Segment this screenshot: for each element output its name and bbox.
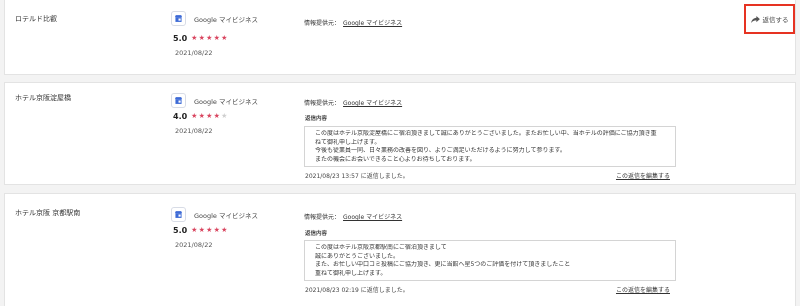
rating-value: 5.0: [173, 34, 188, 43]
google-my-business-icon: [171, 207, 186, 222]
star-icon: ★: [206, 112, 213, 120]
rating-value: 4.0: [173, 112, 188, 121]
info-source: 情報提供元： Google マイビジネス: [304, 98, 402, 107]
info-source: 情報提供元： Google マイビジネス: [304, 212, 402, 221]
star-rating: ★ ★ ★ ★ ★: [191, 227, 229, 234]
rating-value: 5.0: [173, 226, 188, 235]
star-icon: ★: [206, 226, 213, 234]
edit-reply-link[interactable]: この返信を編集する: [616, 171, 670, 180]
reply-text: この度はホテル京阪京都駅南にご宿泊頂きまして 誠にありがとうございました。 また…: [304, 240, 676, 281]
info-source-link[interactable]: Google マイビジネス: [343, 20, 402, 27]
star-icon: ★: [198, 34, 205, 42]
location-name: ホテル京阪淀屋橋: [15, 94, 71, 102]
platform-row: Google マイビジネス: [171, 93, 258, 108]
reply-line: この度はホテル京阪淀屋橋にご宿泊頂きまして誠にありがとうございました。またお忙し…: [315, 130, 657, 137]
star-icon: ★: [198, 112, 205, 120]
star-icon: ★: [206, 34, 213, 42]
star-icon: ★: [191, 112, 198, 120]
google-my-business-icon: [171, 11, 186, 26]
info-source: 情報提供元： Google マイビジネス: [304, 18, 402, 27]
rating-row: 5.0 ★ ★ ★ ★ ★: [173, 34, 229, 43]
review-card: ホテル京阪 京都駅南 Google マイビジネス 5.0 ★ ★ ★ ★ ★ 2021/…: [4, 193, 796, 306]
reply-timestamp: 2021/08/23 02:19 に返信しました。: [305, 287, 409, 294]
review-card: ロテルド比叡 Google マイビジネス 5.0 ★ ★ ★ ★ ★ 2021/08/2…: [4, 0, 796, 75]
reply-button-label: 返信する: [762, 16, 789, 24]
platform-label: Google マイビジネス: [194, 211, 258, 220]
star-icon: ★: [213, 34, 220, 42]
star-icon: ★: [213, 112, 220, 120]
info-source-label: 情報提供元：: [304, 20, 341, 27]
reply-timestamp: 2021/08/23 13:57 に返信しました。: [305, 173, 409, 180]
review-date: 2021/08/22: [175, 241, 213, 249]
platform-row: Google マイビジネス: [171, 207, 258, 222]
platform-row: Google マイビジネス: [171, 11, 258, 26]
star-rating: ★ ★ ★ ★ ★: [191, 35, 229, 42]
reply-heading: 返信内容: [305, 116, 328, 122]
star-icon: ★: [191, 226, 198, 234]
location-name: ホテル京阪 京都駅南: [15, 209, 81, 217]
reply-line: ねて御礼申し上げます。: [315, 138, 381, 146]
reply-button[interactable]: 返信する: [750, 14, 789, 24]
reply-arrow-icon: [750, 15, 760, 23]
reply-text: この度はホテル京阪淀屋橋にご宿泊頂きまして誠にありがとうございました。またお忙し…: [304, 126, 676, 167]
star-icon: ★: [221, 226, 228, 234]
info-source-link[interactable]: Google マイビジネス: [343, 100, 402, 107]
review-card: ホテル京阪淀屋橋 Google マイビジネス 4.0 ★ ★ ★ ★ ★ 2021/08…: [4, 82, 796, 185]
platform-label: Google マイビジネス: [194, 97, 258, 106]
star-rating: ★ ★ ★ ★ ★: [191, 113, 229, 120]
star-empty-icon: ★: [221, 112, 228, 120]
reply-heading: 返信内容: [305, 231, 328, 237]
info-source-label: 情報提供元：: [304, 100, 341, 107]
info-source-label: 情報提供元：: [304, 214, 341, 221]
info-source-link[interactable]: Google マイビジネス: [343, 214, 402, 221]
star-icon: ★: [191, 34, 198, 42]
review-date: 2021/08/22: [175, 127, 213, 135]
star-icon: ★: [213, 226, 220, 234]
star-icon: ★: [198, 226, 205, 234]
platform-label: Google マイビジネス: [194, 15, 258, 24]
review-date: 2021/08/22: [175, 49, 213, 57]
google-my-business-icon: [171, 93, 186, 108]
reply-line: この度はホテル京阪京都駅南にご宿泊頂きまして: [315, 244, 447, 251]
reply-line: 重ねて御礼申し上げます。: [315, 269, 387, 277]
reply-button-highlight: 返信する: [744, 4, 795, 34]
rating-row: 4.0 ★ ★ ★ ★ ★: [173, 112, 229, 121]
reply-line: またの機会にお会いできること心よりお待ちしております。: [315, 155, 476, 163]
reply-line: 今後も従業員一同、日々業務の改善を図り、よりご満足いただけるように努力して参りま…: [315, 147, 566, 155]
rating-row: 5.0 ★ ★ ★ ★ ★: [173, 226, 229, 235]
edit-reply-link[interactable]: この返信を編集する: [616, 285, 670, 294]
location-name: ロテルド比叡: [15, 15, 57, 23]
reply-line: また、お忙しい中口コミ投稿にご協力頂き、更に当館へ星5つのご評価を付けて頂きまし…: [315, 261, 571, 269]
reply-line: 誠にありがとうございました。: [315, 252, 400, 260]
star-icon: ★: [221, 34, 228, 42]
